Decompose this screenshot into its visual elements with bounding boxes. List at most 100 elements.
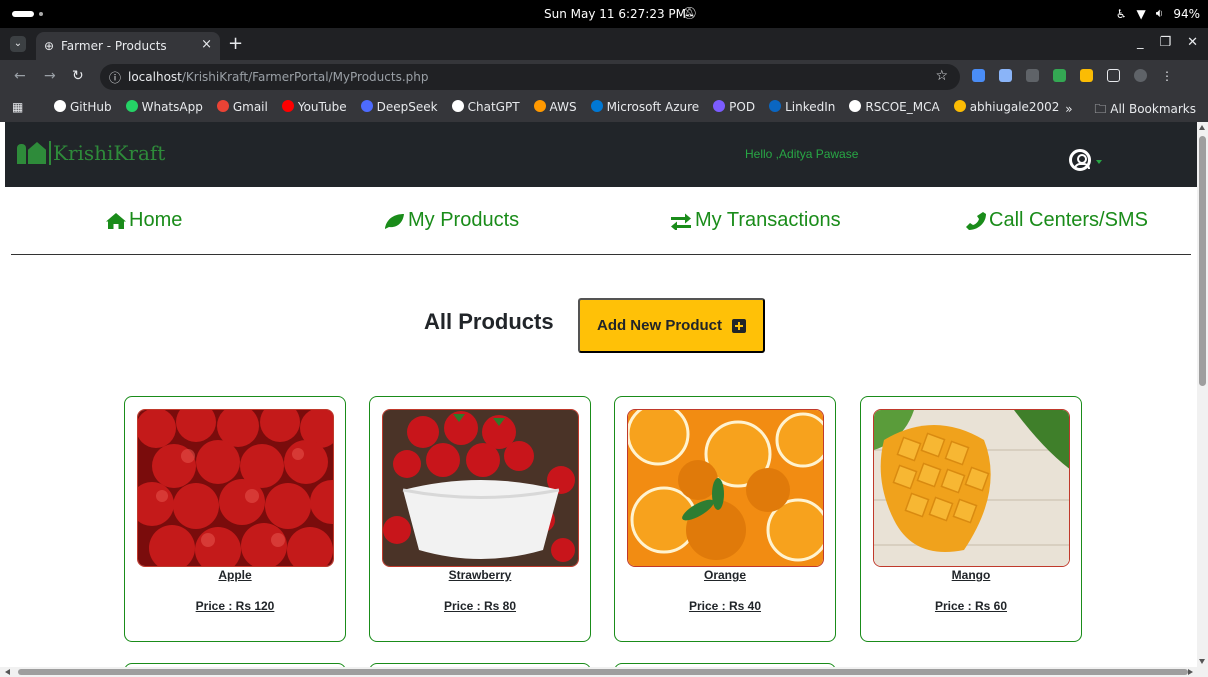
product-price: Price : Rs 120 (195, 599, 275, 613)
scroll-down-arrow-icon[interactable] (1199, 659, 1205, 664)
browser-tab-strip: ⌄ ⊕ Farmer - Products × + _ ❐ ✕ (0, 28, 1208, 60)
vertical-scroll-thumb[interactable] (1199, 136, 1206, 386)
bookmark-star-icon[interactable]: ☆ (935, 68, 948, 84)
nav-call-centers[interactable]: Call Centers/SMS (965, 209, 1148, 232)
extension-icon[interactable] (1053, 69, 1066, 82)
site-header: KrishiKraft Hello ,Aditya Pawase (5, 122, 1197, 187)
minimize-icon[interactable]: _ (1137, 35, 1144, 50)
bookmark-item[interactable]: ChatGPT (451, 100, 520, 114)
bookmark-favicon-icon (451, 100, 464, 112)
site-info-icon[interactable]: ⓘ (109, 69, 121, 86)
nav-home[interactable]: Home (105, 209, 182, 232)
tab-farmer-products[interactable]: ⊕ Farmer - Products × (36, 32, 220, 60)
nav-my-products[interactable]: My Products (382, 209, 519, 232)
browser-menu-icon[interactable]: ⋮ (1161, 69, 1173, 83)
clock[interactable]: Sun May 11 6:27:23 PM (544, 7, 686, 21)
product-name[interactable]: Mango (861, 568, 1081, 582)
accessibility-icon[interactable]: ♿︎ (1116, 7, 1127, 21)
horizontal-scrollbar[interactable] (0, 667, 1208, 677)
extension-icons: ⋮ (972, 69, 1173, 83)
extension-icon[interactable] (972, 69, 985, 82)
bookmark-item[interactable]: Microsoft Azure (590, 100, 699, 114)
bookmark-favicon-icon (590, 100, 603, 112)
extension-icon[interactable] (1080, 69, 1093, 82)
bookmark-favicon-icon (54, 100, 66, 112)
reload-icon[interactable]: ↻ (72, 68, 84, 84)
vertical-scrollbar[interactable] (1197, 122, 1208, 667)
bookmark-label: abhiugale2002 (969, 100, 1060, 114)
add-new-product-button[interactable]: Add New Product (578, 298, 765, 353)
extensions-puzzle-icon[interactable] (1107, 69, 1120, 82)
bookmarks-bar: ▦ GitHub WhatsApp Gmail YouTube DeepSeek Chat… (0, 94, 1208, 122)
krishikraft-logo[interactable]: KrishiKraft (17, 140, 165, 166)
tab-search-icon[interactable]: ⌄ (10, 36, 26, 52)
url-text[interactable]: localhost/KrishiKraft/FarmerPortal/MyPro… (128, 70, 429, 84)
bookmark-label: YouTube (297, 100, 347, 114)
close-window-icon[interactable]: ✕ (1187, 35, 1198, 50)
caret-down-icon (1096, 160, 1102, 164)
bookmark-label: RSCOE_MCA (865, 100, 940, 114)
product-name[interactable]: Strawberry (370, 568, 590, 582)
bookmark-favicon-icon (769, 100, 782, 112)
bookmark-favicon-icon (953, 100, 966, 112)
bookmark-item[interactable]: Gmail (216, 100, 268, 114)
nav-my-transactions[interactable]: My Transactions (669, 209, 841, 232)
bookmark-favicon-icon (281, 100, 294, 112)
profile-icon[interactable] (1134, 69, 1147, 82)
product-card-mango[interactable]: Mango Price : Rs 60 (860, 396, 1082, 642)
address-bar[interactable]: ⓘ localhost/KrishiKraft/FarmerPortal/MyP… (100, 64, 960, 90)
bookmark-label: POD (729, 100, 756, 114)
activities-indicator[interactable] (12, 11, 34, 17)
extension-icon[interactable] (999, 69, 1012, 82)
product-card-apple[interactable]: Apple Price : Rs 120 (124, 396, 346, 642)
os-top-bar: Sun May 11 6:27:23 PM 🔕︎ ♿︎ ▼ 🔉︎ 94% (0, 0, 1208, 28)
volume-icon: 🔉︎ (1155, 6, 1164, 20)
bookmark-label: DeepSeek (376, 100, 438, 114)
scroll-up-arrow-icon[interactable] (1199, 125, 1205, 130)
bookmark-item[interactable]: YouTube (281, 100, 347, 114)
bookmark-item[interactable]: POD (713, 100, 755, 114)
forward-icon[interactable]: → (44, 68, 56, 84)
page-title: All Products (424, 309, 554, 334)
bookmark-favicon-icon (713, 100, 726, 112)
bookmarks-overflow-icon[interactable]: » (1065, 102, 1072, 116)
bookmark-item[interactable]: RSCOE_MCA (849, 100, 940, 114)
bookmark-label: LinkedIn (785, 100, 836, 114)
bookmark-item[interactable]: DeepSeek (360, 100, 438, 114)
bookmark-label: WhatsApp (141, 100, 203, 114)
bookmark-item[interactable]: LinkedIn (769, 100, 835, 114)
user-greeting: Hello ,Aditya Pawase (745, 147, 859, 161)
user-account-menu[interactable] (1069, 149, 1102, 171)
product-price: Price : Rs 80 (443, 599, 517, 613)
scroll-left-arrow-icon[interactable] (5, 669, 10, 675)
nav-home-label: Home (129, 209, 183, 231)
bookmark-favicon-icon (360, 100, 373, 112)
bookmark-item[interactable]: WhatsApp (125, 100, 203, 114)
apple-image (137, 409, 334, 567)
apps-grid-icon[interactable]: ▦ (12, 100, 23, 114)
bookmarks-right: » 🗀︎ All Bookmarks (1065, 100, 1196, 121)
horizontal-scroll-thumb[interactable] (18, 669, 1188, 675)
bookmark-favicon-icon (216, 100, 229, 112)
system-tray[interactable]: ♿︎ ▼ 🔉︎ 94% (1116, 6, 1200, 21)
bookmark-item[interactable]: abhiugale2002 (953, 100, 1060, 114)
bookmark-item[interactable]: GitHub (54, 100, 112, 114)
product-name[interactable]: Orange (615, 568, 835, 582)
workspace-dot (39, 12, 43, 16)
product-card-orange[interactable]: Orange Price : Rs 40 (614, 396, 836, 642)
product-card-strawberry[interactable]: Strawberry Price : Rs 80 (369, 396, 591, 642)
orange-image (627, 409, 824, 567)
all-bookmarks-link[interactable]: All Bookmarks (1110, 102, 1196, 116)
restore-icon[interactable]: ❐ (1159, 35, 1171, 50)
bookmark-item[interactable]: AWS (533, 100, 577, 114)
back-icon[interactable]: ← (14, 68, 26, 84)
scroll-right-arrow-icon[interactable] (1188, 669, 1193, 675)
new-tab-button[interactable]: + (228, 33, 243, 54)
bookmark-favicon-icon (125, 100, 138, 112)
close-tab-icon[interactable]: × (201, 37, 212, 52)
tab-title: Farmer - Products (61, 39, 167, 53)
window-controls: _ ❐ ✕ (1137, 35, 1198, 50)
plus-square-icon (732, 318, 746, 333)
extension-icon[interactable] (1026, 69, 1039, 82)
product-name[interactable]: Apple (125, 568, 345, 582)
